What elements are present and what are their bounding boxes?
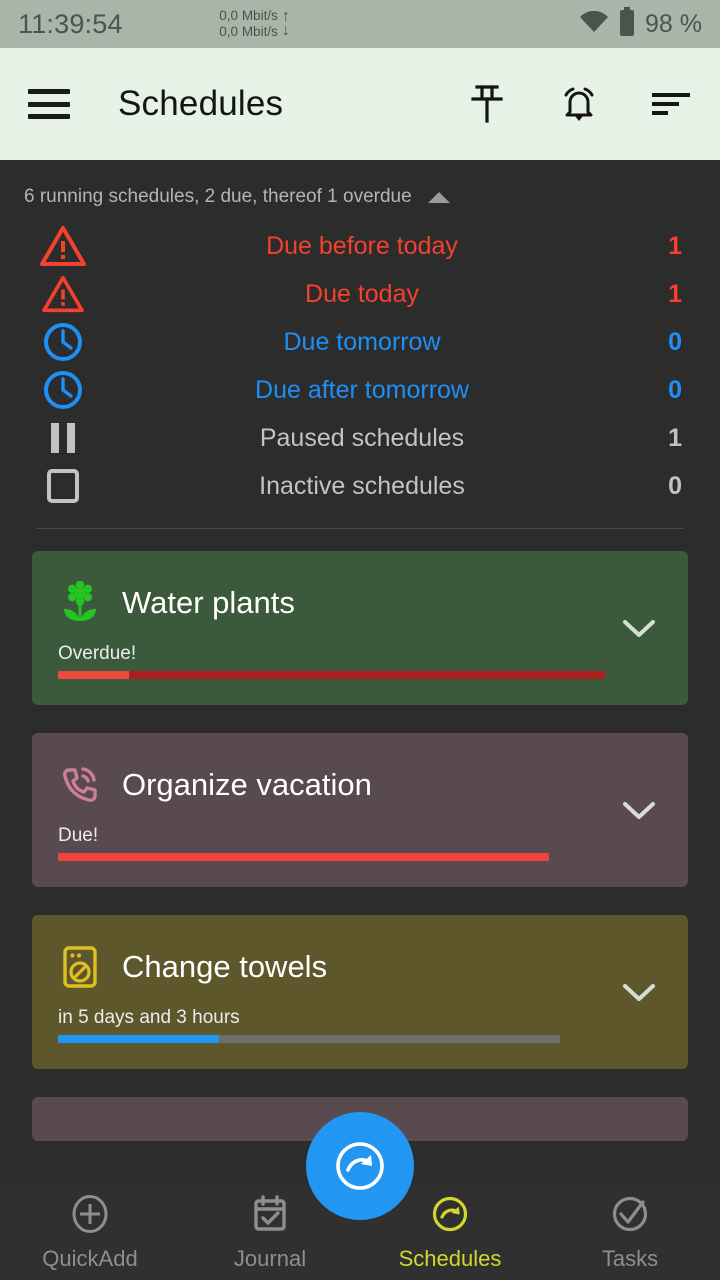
summary-row-label: Paused schedules <box>259 423 465 452</box>
summary-row-label: Due tomorrow <box>283 327 441 356</box>
progress-fill <box>58 1035 219 1043</box>
pause-icon <box>24 421 102 455</box>
sort-icon[interactable] <box>650 83 692 125</box>
summary-row-value: 0 <box>668 327 682 356</box>
summary-row-value: 1 <box>668 423 682 452</box>
nav-label: QuickAdd <box>42 1245 138 1271</box>
schedule-card-change-towels[interactable]: Change towels in 5 days and 3 hours <box>32 915 688 1069</box>
schedule-refresh-icon <box>336 1142 384 1190</box>
battery-percent-label: 98 % <box>645 9 702 38</box>
triangle-up-icon[interactable] <box>427 191 450 203</box>
nav-label: Journal <box>233 1245 307 1271</box>
summary-row-value: 0 <box>668 471 682 500</box>
summary-headline: 6 running schedules, 2 due, thereof 1 ov… <box>24 186 412 207</box>
chevron-down-icon[interactable] <box>616 800 662 820</box>
summary-row-value: 1 <box>668 231 682 260</box>
summary-panel: 6 running schedules, 2 due, thereof 1 ov… <box>0 160 720 529</box>
status-clock: 11:39:54 <box>18 8 123 39</box>
chevron-down-icon[interactable] <box>616 618 662 638</box>
wifi-icon <box>579 10 609 38</box>
nav-label: Tasks <box>601 1245 659 1271</box>
pin-icon[interactable] <box>466 83 508 125</box>
schedule-card-organize-vacation[interactable]: Organize vacation Due! <box>32 733 688 887</box>
nav-label: Schedules <box>398 1245 502 1271</box>
summary-row-label: Due before today <box>266 231 458 260</box>
summary-row-due-today[interactable]: Due today 1 <box>24 270 696 318</box>
downlink-rate: 0,0 Mbit/s <box>219 24 278 39</box>
progress-rest <box>129 671 605 679</box>
progress-rest <box>218 1035 561 1043</box>
app-root: 11:39:54 0,0 Mbit/s 0,0 Mbit/s ↑ ↓ 98 % <box>0 0 720 1280</box>
stop-square-icon <box>24 467 102 505</box>
schedule-list: Water plants Overdue! Organize vacation … <box>0 529 720 1141</box>
uplink-rate: 0,0 Mbit/s <box>219 8 278 23</box>
summary-row-value: 0 <box>668 375 682 404</box>
schedule-arrow-icon <box>429 1193 471 1240</box>
schedule-progress-bar <box>58 853 550 861</box>
summary-rows: Due before today 1 Due today 1 Due tomor… <box>24 222 696 510</box>
summary-row-due-after-tomorrow[interactable]: Due after tomorrow 0 <box>24 366 696 414</box>
summary-row-due-tomorrow[interactable]: Due tomorrow 0 <box>24 318 696 366</box>
calendar-check-icon <box>249 1193 291 1240</box>
nav-item-tasks[interactable]: Tasks <box>540 1193 720 1272</box>
schedule-card-status: in 5 days and 3 hours <box>58 1007 240 1028</box>
schedule-card-status: Due! <box>58 825 99 846</box>
schedule-card-status: Overdue! <box>58 643 137 664</box>
schedule-progress-bar <box>58 671 605 679</box>
check-circle-icon <box>609 1193 651 1240</box>
progress-fill <box>58 671 130 679</box>
schedule-progress-bar <box>58 1035 561 1043</box>
nav-item-quickadd[interactable]: QuickAdd <box>0 1193 180 1272</box>
network-rate-indicator: 0,0 Mbit/s 0,0 Mbit/s ↑ ↓ <box>219 8 290 40</box>
schedule-card-title: Change towels <box>122 949 328 984</box>
arrow-down-icon: ↓ <box>281 22 290 39</box>
schedule-card-title: Water plants <box>122 585 295 620</box>
battery-icon <box>618 6 636 42</box>
status-bar: 11:39:54 0,0 Mbit/s 0,0 Mbit/s ↑ ↓ 98 % <box>0 0 720 48</box>
clock-icon <box>24 321 102 363</box>
summary-row-paused-schedules[interactable]: Paused schedules 1 <box>24 414 696 462</box>
summary-row-label: Due today <box>305 279 419 308</box>
summary-row-inactive-schedules[interactable]: Inactive schedules 0 <box>24 462 696 510</box>
summary-row-label: Due after tomorrow <box>255 375 469 404</box>
add-schedule-fab[interactable] <box>306 1112 414 1220</box>
summary-header[interactable]: 6 running schedules, 2 due, thereof 1 ov… <box>24 186 696 208</box>
progress-fill <box>58 853 550 861</box>
summary-row-value: 1 <box>668 279 682 308</box>
chevron-down-icon[interactable] <box>616 982 662 1002</box>
app-bar-actions <box>466 83 692 125</box>
alarm-bell-icon[interactable] <box>558 83 600 125</box>
schedule-card-water-plants[interactable]: Water plants Overdue! <box>32 551 688 705</box>
summary-row-label: Inactive schedules <box>259 471 465 500</box>
washing-machine-icon <box>58 945 102 989</box>
plus-circle-icon <box>69 1193 111 1240</box>
schedule-card-title: Organize vacation <box>122 767 372 802</box>
clock-icon <box>24 369 102 411</box>
summary-row-due-before-today[interactable]: Due before today 1 <box>24 222 696 270</box>
app-bar: Schedules <box>0 48 720 160</box>
hamburger-menu-icon[interactable] <box>28 89 70 119</box>
warning-triangle-icon <box>24 225 102 267</box>
warning-triangle-icon <box>24 275 102 313</box>
flower-plant-icon <box>58 581 102 625</box>
page-title: Schedules <box>118 84 284 123</box>
phone-ring-icon <box>58 763 102 807</box>
